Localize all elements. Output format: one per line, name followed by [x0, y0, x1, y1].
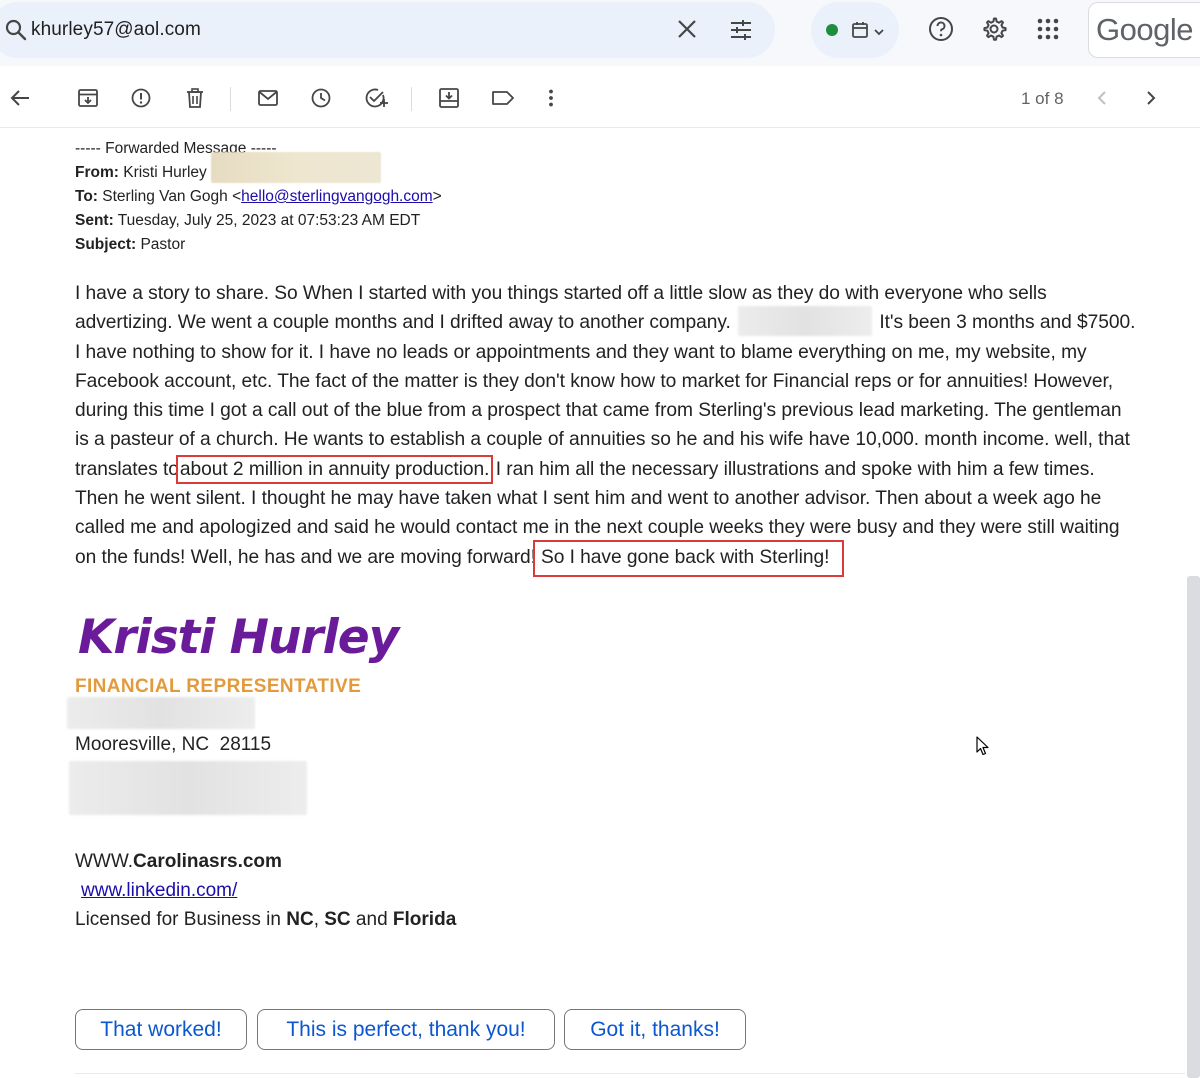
search-options-icon[interactable] [729, 18, 753, 47]
message-toolbar: 1 of 8 [0, 70, 1200, 128]
archive-icon[interactable] [77, 87, 99, 109]
search-bar[interactable]: khurley57@aol.com [0, 2, 775, 58]
signature-title: FINANCIAL REPRESENTATIVE [75, 676, 362, 697]
label-icon[interactable] [491, 87, 514, 109]
signature-name: Kristi Hurley [78, 610, 399, 665]
top-bar: khurley57@aol.com Google [0, 0, 1200, 66]
redacted-email [211, 152, 382, 184]
smart-reply-button[interactable]: This is perfect, thank you! [257, 1009, 555, 1050]
signature-website: WWW.Carolinasrs.com [75, 851, 282, 872]
calendar-icon [851, 21, 869, 44]
newer-chevron-left-icon[interactable] [1092, 87, 1114, 109]
forwarded-divider: ----- Forwarded Message ----- [75, 140, 277, 157]
to-email-link[interactable]: hello@sterlingvangogh.com [241, 188, 433, 205]
divider [75, 1073, 1185, 1074]
to-name: Sterling Van Gogh [102, 188, 228, 205]
highlighted-phrase: about 2 million in annuity production. [175, 454, 494, 484]
email-body: I have a story to share. So When I start… [75, 279, 1165, 577]
signature-linkedin: www.linkedin.com/ [81, 880, 237, 902]
subject-row: Subject: Pastor [75, 236, 186, 253]
body-line: translates toabout 2 million in annuity … [75, 454, 1095, 484]
forwarded-message-header: ----- Forwarded Message ----- From: Kris… [75, 137, 775, 257]
more-vert-icon[interactable] [541, 87, 563, 109]
body-line: Then he went silent. I thought he may ha… [75, 488, 1102, 510]
redacted-company [738, 306, 873, 337]
older-chevron-right-icon[interactable] [1140, 87, 1162, 109]
gear-icon[interactable] [981, 16, 1007, 47]
sent-value: Tuesday, July 25, 2023 at 07:53:23 AM ED… [117, 212, 421, 229]
body-line: during this time I got a call out of the… [75, 400, 1122, 422]
close-icon[interactable] [676, 18, 698, 45]
linkedin-link[interactable]: www.linkedin.com/ [81, 880, 237, 901]
body-line: Facebook account, etc. The fact of the m… [75, 370, 1114, 392]
toolbar-divider [411, 87, 412, 111]
status-selector[interactable] [811, 2, 899, 58]
active-status-dot [826, 24, 838, 36]
snooze-clock-icon[interactable] [310, 87, 332, 109]
signature-city: Mooresville, NC 28115 [75, 734, 272, 755]
body-line: on the funds! Well, he has and we are mo… [75, 539, 1165, 577]
redacted-address [67, 697, 255, 729]
move-to-icon[interactable] [438, 87, 460, 109]
search-input[interactable]: khurley57@aol.com [31, 19, 201, 41]
body-line: I have a story to share. So When I start… [75, 283, 1047, 304]
search-icon[interactable] [4, 18, 28, 47]
chevron-down-icon [873, 24, 885, 42]
signature-license: Licensed for Business in NC, SC and Flor… [75, 909, 457, 930]
body-line: called me and apologized and said he wou… [75, 517, 1120, 539]
account-brand-box[interactable]: Google [1088, 2, 1200, 58]
toolbar-divider [230, 87, 231, 111]
sent-row: Sent: Tuesday, July 25, 2023 at 07:53:23… [75, 212, 421, 229]
highlighted-phrase: So I have gone back with Sterling! [532, 539, 845, 577]
google-logo: Google [1096, 12, 1193, 47]
mark-unread-icon[interactable] [257, 87, 279, 109]
from-name: Kristi Hurley [123, 164, 207, 181]
message-pager: 1 of 8 [1021, 89, 1064, 108]
scrollbar-thumb[interactable] [1187, 576, 1200, 1078]
mouse-pointer-icon [976, 736, 990, 761]
body-line: advertizing. We went a couple months and… [75, 306, 1165, 337]
redacted-contact [69, 761, 307, 815]
trash-icon[interactable] [184, 87, 206, 109]
subject-value: Pastor [140, 236, 186, 253]
help-icon[interactable] [928, 16, 954, 47]
body-line: is a pasteur of a church. He wants to es… [75, 429, 1130, 451]
smart-reply-button[interactable]: Got it, thanks! [564, 1009, 746, 1050]
report-spam-icon[interactable] [130, 87, 152, 109]
back-arrow-icon[interactable] [9, 87, 31, 109]
apps-grid-icon[interactable] [1037, 18, 1059, 45]
from-row: From: Kristi Hurley [75, 152, 775, 185]
add-task-icon[interactable] [364, 87, 388, 109]
smart-reply-button[interactable]: That worked! [75, 1009, 247, 1050]
to-row: To: Sterling Van Gogh <hello@sterlingvan… [75, 188, 442, 205]
body-line: I have nothing to show for it. I have no… [75, 341, 1087, 363]
